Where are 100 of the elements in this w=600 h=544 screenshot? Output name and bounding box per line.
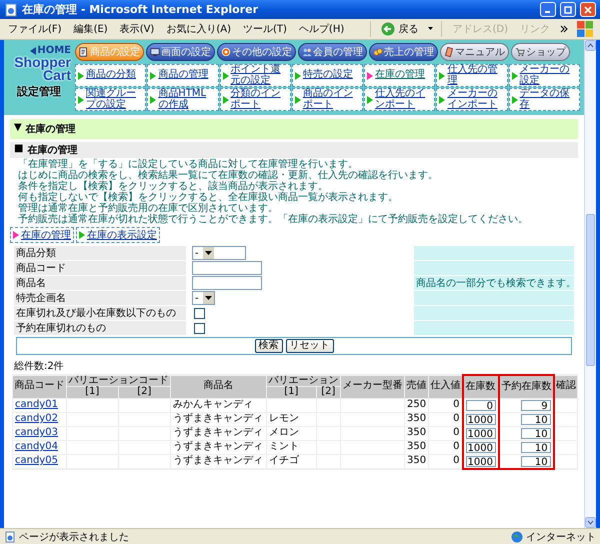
- reserved-stock-input[interactable]: 10: [520, 442, 551, 452]
- menu-link[interactable]: 仕入先の管理: [447, 65, 505, 86]
- dropdown-arrow-icon: [204, 296, 212, 300]
- table-cell: うずまきキャンディ: [170, 454, 267, 468]
- nav-tab[interactable]: その他の設定: [217, 43, 296, 61]
- menu-link[interactable]: 仕入先のインポート: [375, 89, 432, 110]
- table-cell: みかんキャンディ: [170, 398, 267, 412]
- select-field[interactable]: -: [192, 291, 215, 305]
- scroll-down-icon[interactable]: [585, 517, 596, 528]
- table-cell: 0: [428, 398, 463, 412]
- reserved-stock-input[interactable]: 10: [520, 428, 551, 438]
- table-cell: メロン: [266, 426, 316, 440]
- sub-link[interactable]: 在庫の表示設定: [87, 228, 157, 242]
- stock-input[interactable]: 0: [466, 400, 496, 410]
- menu-link[interactable]: 商品の管理: [158, 70, 208, 81]
- hint-text: 商品名の一部分でも検索できます。: [416, 276, 576, 290]
- menu-item[interactable]: 表示(V): [118, 21, 156, 37]
- action-button[interactable]: リセット: [286, 339, 334, 353]
- chevron-icon[interactable]: [560, 25, 568, 33]
- menu-link[interactable]: データの保存: [520, 89, 577, 110]
- zone-text: インターネット: [526, 530, 596, 544]
- checkbox[interactable]: [194, 308, 205, 318]
- product-code-link[interactable]: candy01: [15, 399, 58, 410]
- table-cell: 0: [428, 440, 463, 454]
- scroll-thumb[interactable]: [586, 214, 595, 366]
- nav-tab[interactable]: 売上の管理: [369, 43, 438, 61]
- menu-item[interactable]: お気に入り(A): [164, 21, 233, 37]
- minimize-button[interactable]: [540, 2, 556, 17]
- table-cell: [266, 398, 316, 412]
- menu-link[interactable]: 関連グループの設定: [86, 89, 144, 110]
- subsection-title: 在庫の管理: [27, 143, 78, 157]
- result-count: 総件数:2件: [14, 360, 65, 373]
- input-field[interactable]: [192, 276, 262, 290]
- nav-tab[interactable]: 画面の設定: [146, 43, 215, 61]
- stock-input[interactable]: 1000: [466, 428, 496, 438]
- dropdown-arrow-icon: [204, 251, 212, 255]
- status-text: ページが表示されました: [19, 530, 129, 544]
- section-title: 在庫の管理: [26, 122, 76, 136]
- left-triangle-icon: [30, 46, 36, 54]
- table-cell: うずまきキャンディ: [170, 426, 267, 440]
- menu-link[interactable]: メーカーのインポート: [447, 89, 505, 110]
- column-subheader: [2]: [118, 386, 170, 398]
- menu-link[interactable]: 分類のインポート: [230, 89, 288, 110]
- reserved-stock-input[interactable]: 10: [520, 414, 551, 424]
- back-arrow-icon: [381, 22, 396, 36]
- menu-item[interactable]: 編集(E): [72, 21, 110, 37]
- menu-link[interactable]: メーカーの設定: [520, 65, 577, 86]
- field-label: 在庫切れ及び最小在庫数以下のもの: [14, 306, 186, 320]
- menu-link[interactable]: 特売の設定: [302, 70, 353, 81]
- home-link[interactable]: HOME: [30, 45, 71, 56]
- field-label: 予約在庫切れのもの: [14, 321, 186, 335]
- description-line: 「在庫管理」を「する」に設定している商品に対して在庫管理を行います。: [17, 159, 359, 170]
- column-header: バリエーション: [266, 375, 340, 386]
- product-code-link[interactable]: candy03: [15, 427, 58, 438]
- caret-icon[interactable]: [428, 27, 434, 31]
- description-line: はじめに商品の検索をし、検索結果一覧にて在庫数の確認・更新、仕入先の確認を行います。: [17, 170, 439, 181]
- table-cell: [118, 398, 170, 412]
- reserved-stock-input[interactable]: 10: [520, 456, 551, 466]
- stock-input[interactable]: 1000: [466, 442, 496, 452]
- reserved-stock-input[interactable]: 9: [520, 400, 551, 410]
- close-button[interactable]: [580, 2, 596, 17]
- stock-input[interactable]: 1000: [466, 414, 496, 424]
- back-button[interactable]: 戻る: [379, 21, 420, 37]
- menu-link[interactable]: ポイント還元の設定: [230, 65, 288, 86]
- table-cell: 0: [428, 426, 463, 440]
- sub-link[interactable]: 在庫の管理: [21, 228, 71, 242]
- product-code-link[interactable]: candy02: [15, 413, 58, 424]
- maximize-button[interactable]: [560, 2, 576, 17]
- input-field[interactable]: [192, 261, 262, 275]
- table-cell: うずまきキャンディ: [170, 412, 267, 426]
- field-label: 商品コード: [14, 261, 186, 275]
- menu-item[interactable]: ファイル(F): [6, 21, 64, 37]
- square-marker: ■: [14, 143, 24, 156]
- nav-tab[interactable]: ショップ: [511, 43, 570, 61]
- nav-tab[interactable]: 会員の管理: [298, 43, 367, 61]
- product-code-link[interactable]: candy04: [15, 441, 58, 452]
- select-field[interactable]: -: [192, 246, 246, 260]
- description-line: 何も指定しないで【検索】をクリックすると、全在庫扱い商品一覧が表示されます。: [17, 192, 399, 203]
- column-header: バリエーションコード: [66, 375, 170, 386]
- field-label: 商品分類: [14, 246, 186, 260]
- menu-item[interactable]: ツール(T): [241, 21, 289, 37]
- menu-link[interactable]: 商品HTMLの作成: [158, 89, 216, 110]
- column-header: 確認: [554, 375, 578, 398]
- menu-item[interactable]: ヘルプ(H): [296, 21, 346, 37]
- logo-text: Shopper: [14, 56, 71, 69]
- stock-input[interactable]: 1000: [466, 456, 496, 466]
- column-header: 商品名: [170, 375, 267, 398]
- menu-link[interactable]: 商品のインポート: [302, 89, 360, 110]
- menu-link[interactable]: 商品の分類: [86, 70, 136, 81]
- scroll-up-icon[interactable]: [585, 40, 596, 51]
- checkbox[interactable]: [194, 322, 205, 334]
- nav-tab[interactable]: マニュアル: [440, 43, 509, 61]
- menu-link[interactable]: 在庫の管理: [375, 70, 426, 81]
- action-button[interactable]: 検索: [254, 339, 282, 353]
- scrollbar[interactable]: [584, 40, 596, 528]
- column-header: 予約在庫数: [498, 375, 554, 398]
- table-cell: ミント: [266, 440, 316, 454]
- table-cell: [340, 398, 404, 412]
- product-code-link[interactable]: candy05: [15, 455, 58, 466]
- collapse-marker: ▼: [14, 122, 22, 135]
